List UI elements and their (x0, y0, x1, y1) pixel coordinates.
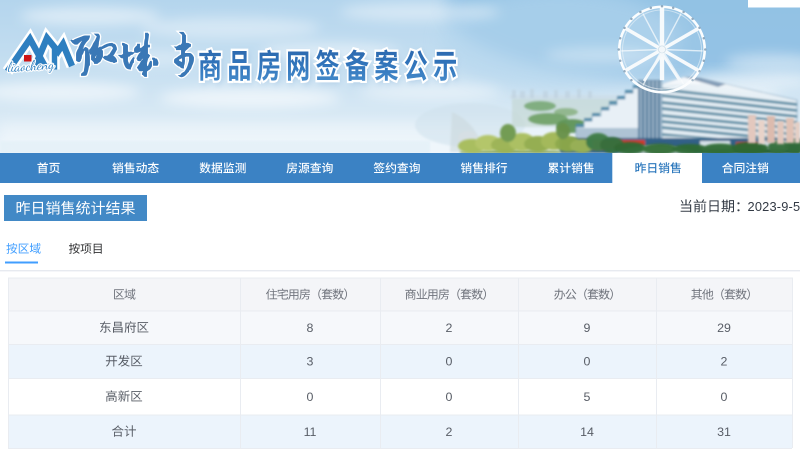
svg-text:2: 2 (446, 321, 453, 335)
svg-text:2: 2 (446, 425, 453, 439)
svg-text:11: 11 (304, 425, 317, 439)
svg-text:29: 29 (717, 321, 731, 335)
svg-text:14: 14 (580, 425, 594, 439)
svg-text:0: 0 (446, 390, 453, 404)
svg-text:5: 5 (584, 390, 591, 404)
svg-text:9: 9 (584, 321, 591, 335)
svg-text:0: 0 (307, 390, 314, 404)
svg-text:0: 0 (446, 355, 453, 369)
svg-text:2: 2 (721, 355, 728, 369)
svg-text:3: 3 (307, 355, 314, 369)
svg-text:0: 0 (721, 390, 728, 404)
svg-text:8: 8 (307, 321, 314, 335)
svg-text:0: 0 (584, 355, 591, 369)
svg-text:2023-9-5: 2023-9-5 (748, 199, 800, 214)
svg-text:31: 31 (717, 425, 731, 439)
